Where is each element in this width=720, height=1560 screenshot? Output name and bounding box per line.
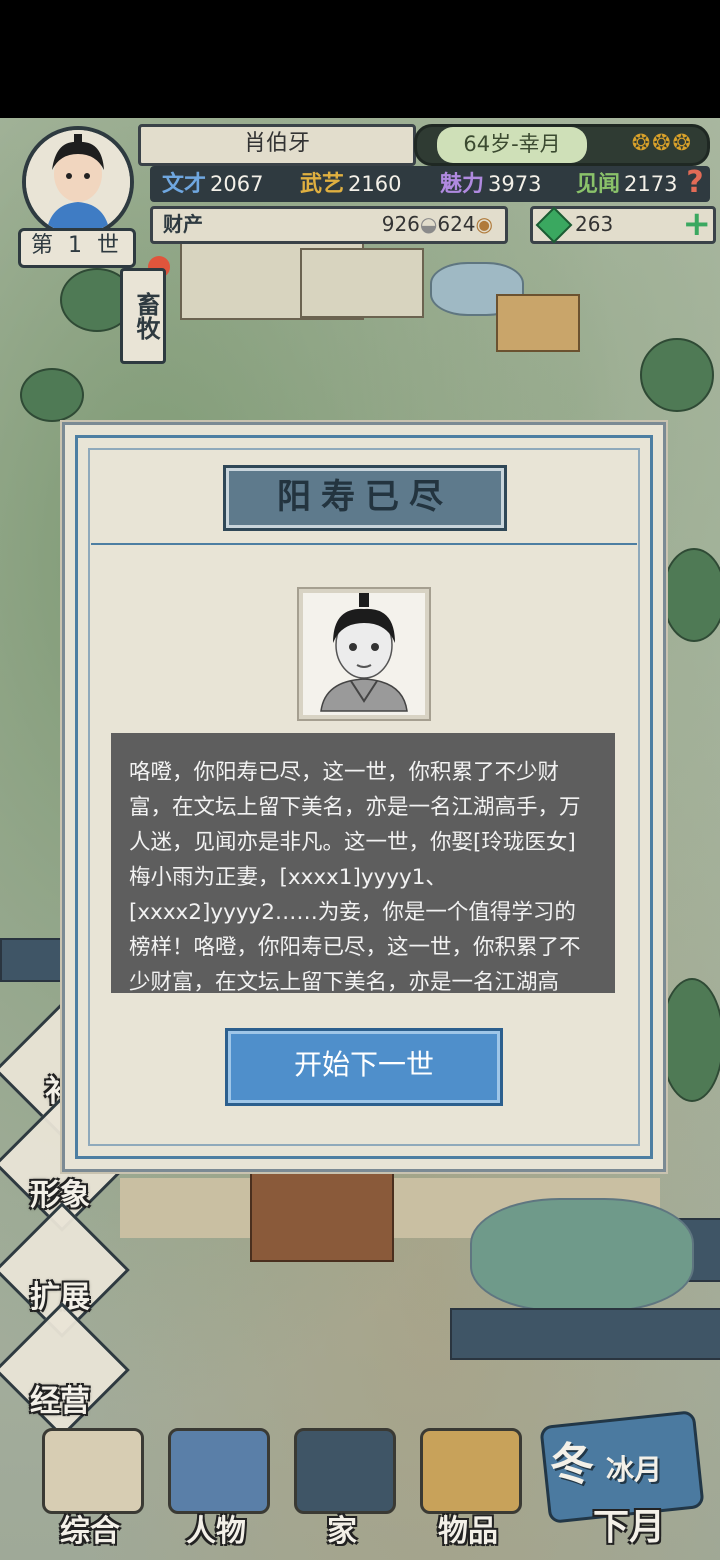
barn-roof [496, 294, 580, 352]
start-next-life-button[interactable]: 开始下一世 [225, 1028, 503, 1106]
gourd-icon [420, 1428, 522, 1514]
assets-bar: 财产 926◒624◉ [150, 206, 508, 244]
area-tag-xumu[interactable]: 畜牧 [120, 268, 166, 364]
tree [20, 368, 84, 422]
bottom-tab-label: 人物 [186, 1514, 246, 1549]
status-bar-area [0, 0, 720, 118]
deceased-portrait [297, 587, 431, 721]
tree [662, 548, 720, 642]
copper-icon: ◉ [475, 212, 493, 236]
next-month-button[interactable]: 下月 [574, 1498, 684, 1550]
tree [640, 338, 714, 412]
age-bar: 64岁-幸月 ❂❂❂ [414, 124, 710, 166]
season-panel[interactable]: 冬 冰月 下月 [539, 1410, 705, 1550]
stat-wencai: 文才 2067 [162, 172, 264, 197]
life-summary-text: 咯噔，你阳寿已尽，这一世，你积累了不少财富，在文坛上留下美名，亦是一名江湖高手，… [111, 733, 615, 993]
help-icon[interactable]: ? [680, 166, 710, 202]
currency-values: 926◒624◉ [382, 209, 493, 239]
silver-icon: ◒ [419, 212, 438, 236]
stat-wuyi: 武艺 2160 [300, 172, 402, 197]
side-label-business: 经营 [30, 1384, 90, 1419]
bottom-tab-label: 家 [327, 1514, 357, 1549]
pavilion-roof [450, 1308, 720, 1360]
portrait-icon [307, 593, 421, 712]
scroll-icon [42, 1428, 144, 1514]
age-month-label: 64岁-幸月 [437, 127, 587, 163]
house-icon [294, 1428, 396, 1514]
bottom-tab-home[interactable]: 家 [282, 1420, 402, 1550]
stat-jianwen: 见闻 2173 [576, 172, 678, 197]
bottom-tab-label: 物品 [438, 1514, 498, 1549]
life-end-dialog: 阳寿已尽 咯噔，你阳寿已尽，这一世，你积累了不少财富，在文坛上留下美名，亦是一名… [62, 422, 666, 1172]
bottom-tab-items[interactable]: 物品 [408, 1420, 528, 1550]
bottom-tab-character[interactable]: 人物 [156, 1420, 276, 1550]
gems-bar: 263 + [530, 206, 716, 244]
player-portrait-icon [26, 130, 130, 234]
generation-tag: 第 1 世 [18, 228, 136, 268]
bottom-tab-label: 综合 [60, 1514, 120, 1549]
assets-label: 财产 [163, 212, 203, 236]
copper-value: 624 [437, 212, 476, 236]
current-month: 冰月 [606, 1453, 663, 1486]
silver-value: 926 [381, 212, 420, 236]
tree [660, 978, 720, 1102]
farm-field [300, 248, 424, 318]
jade-icon [535, 206, 573, 244]
gems-value: 263 [575, 212, 614, 236]
add-gems-icon[interactable]: + [683, 207, 712, 241]
season-char: 冬 [550, 1439, 594, 1490]
bottom-tab-general[interactable]: 综合 [30, 1420, 150, 1550]
energy-icons: ❂❂❂ [631, 131, 693, 156]
title-divider [91, 543, 637, 545]
player-name: 肖伯牙 [138, 124, 416, 166]
building-roof [0, 938, 64, 982]
dialog-title: 阳寿已尽 [223, 465, 507, 531]
character-icon [168, 1428, 270, 1514]
stats-row: 文才 2067 武艺 2160 魅力 3973 见闻 2173 ? [150, 166, 710, 202]
stat-meili: 魅力 3973 [440, 172, 542, 197]
lotus-pond [470, 1198, 694, 1312]
player-avatar[interactable] [22, 126, 134, 238]
